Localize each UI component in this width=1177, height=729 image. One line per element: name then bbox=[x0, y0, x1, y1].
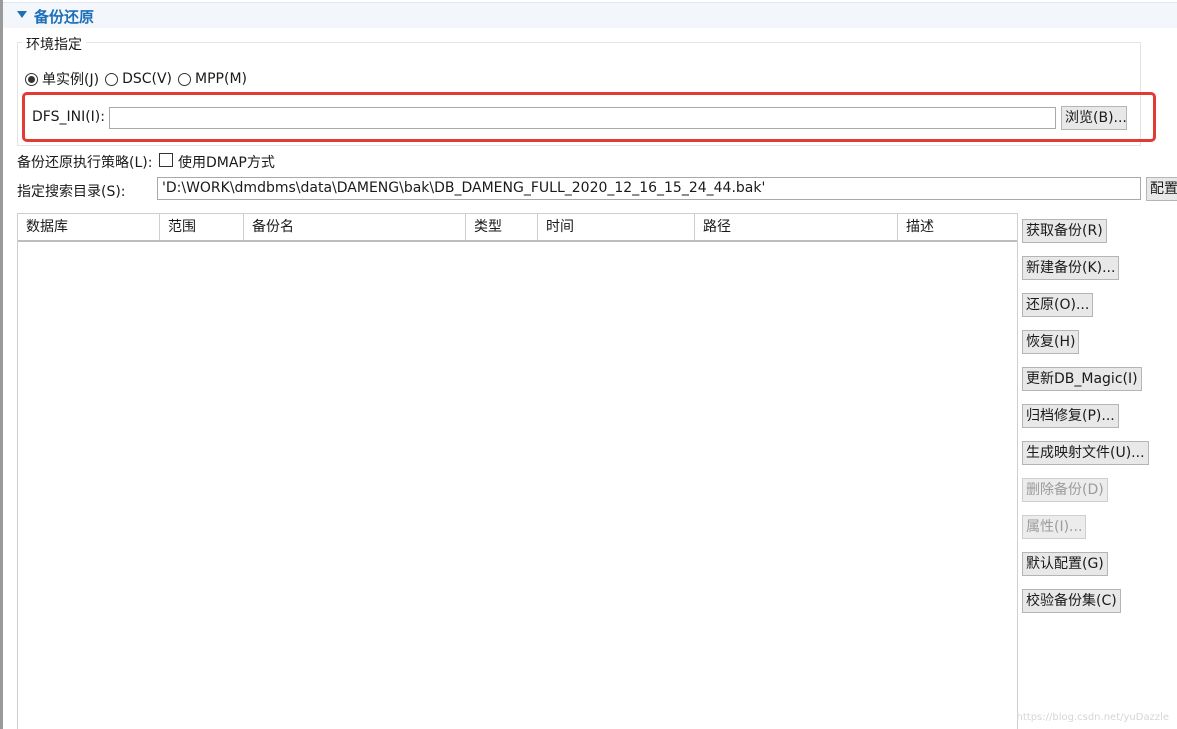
column-description[interactable]: 描述 bbox=[898, 214, 1017, 240]
column-type[interactable]: 类型 bbox=[466, 214, 538, 240]
recover-button[interactable]: 恢复(H) bbox=[1022, 330, 1080, 354]
default-config-button[interactable]: 默认配置(G) bbox=[1022, 552, 1108, 576]
radio-dsc[interactable] bbox=[105, 72, 119, 86]
verify-backup-set-button[interactable]: 校验备份集(C) bbox=[1022, 589, 1121, 613]
watermark: https://blog.csdn.net/yuDazzle bbox=[1016, 712, 1169, 723]
instance-mode-radios: 单实例(J) DSC(V) MPP(M) bbox=[25, 69, 253, 89]
get-backup-button[interactable]: 获取备份(R) bbox=[1022, 219, 1107, 243]
dmap-checkbox[interactable] bbox=[159, 153, 173, 167]
browse-button[interactable]: 浏览(B)... bbox=[1061, 106, 1127, 130]
environment-legend: 环境指定 bbox=[22, 34, 86, 54]
properties-button[interactable]: 属性(I)... bbox=[1022, 515, 1087, 539]
archive-repair-button[interactable]: 归档修复(P)... bbox=[1022, 404, 1119, 428]
config-button[interactable]: 配置 bbox=[1146, 177, 1177, 201]
delete-backup-button[interactable]: 删除备份(D) bbox=[1022, 478, 1108, 502]
radio-dsc-label[interactable]: DSC(V) bbox=[122, 71, 172, 87]
search-dir-label: 指定搜索目录(S): bbox=[17, 184, 126, 200]
column-path[interactable]: 路径 bbox=[695, 214, 898, 240]
update-db-magic-button[interactable]: 更新DB_Magic(I) bbox=[1022, 367, 1142, 391]
section-header[interactable] bbox=[3, 2, 1177, 28]
radio-single-instance[interactable] bbox=[25, 72, 38, 86]
radio-mpp[interactable] bbox=[178, 72, 192, 86]
generate-mapfile-button[interactable]: 生成映射文件(U)... bbox=[1022, 441, 1149, 465]
dmap-checkbox-label[interactable]: 使用DMAP方式 bbox=[178, 152, 275, 172]
policy-label: 备份还原执行策略(L): bbox=[17, 155, 153, 171]
action-buttons: 获取备份(R) 新建备份(K)... 还原(O)... 恢复(H) 更新DB_M… bbox=[1022, 219, 1149, 626]
dfs-ini-label: DFS_INI(I): bbox=[32, 109, 105, 125]
column-scope[interactable]: 范围 bbox=[160, 214, 244, 240]
backup-table: 数据库 范围 备份名 类型 时间 路径 描述 bbox=[17, 213, 1018, 729]
restore-button[interactable]: 还原(O)... bbox=[1022, 293, 1094, 317]
collapse-triangle-icon[interactable] bbox=[17, 11, 27, 18]
dfs-ini-input[interactable] bbox=[109, 107, 1056, 129]
column-time[interactable]: 时间 bbox=[538, 214, 695, 240]
radio-mpp-label[interactable]: MPP(M) bbox=[195, 71, 247, 87]
column-backup-name[interactable]: 备份名 bbox=[244, 214, 466, 240]
section-title[interactable]: 备份还原 bbox=[34, 6, 94, 27]
column-database[interactable]: 数据库 bbox=[18, 214, 160, 240]
new-backup-button[interactable]: 新建备份(K)... bbox=[1022, 256, 1120, 280]
table-header: 数据库 范围 备份名 类型 时间 路径 描述 bbox=[18, 214, 1017, 242]
search-dir-input[interactable]: 'D:\WORK\dmdbms\data\DAMENG\bak\DB_DAMEN… bbox=[157, 177, 1141, 200]
left-border bbox=[0, 0, 3, 729]
radio-single-instance-label[interactable]: 单实例(J) bbox=[42, 69, 99, 89]
